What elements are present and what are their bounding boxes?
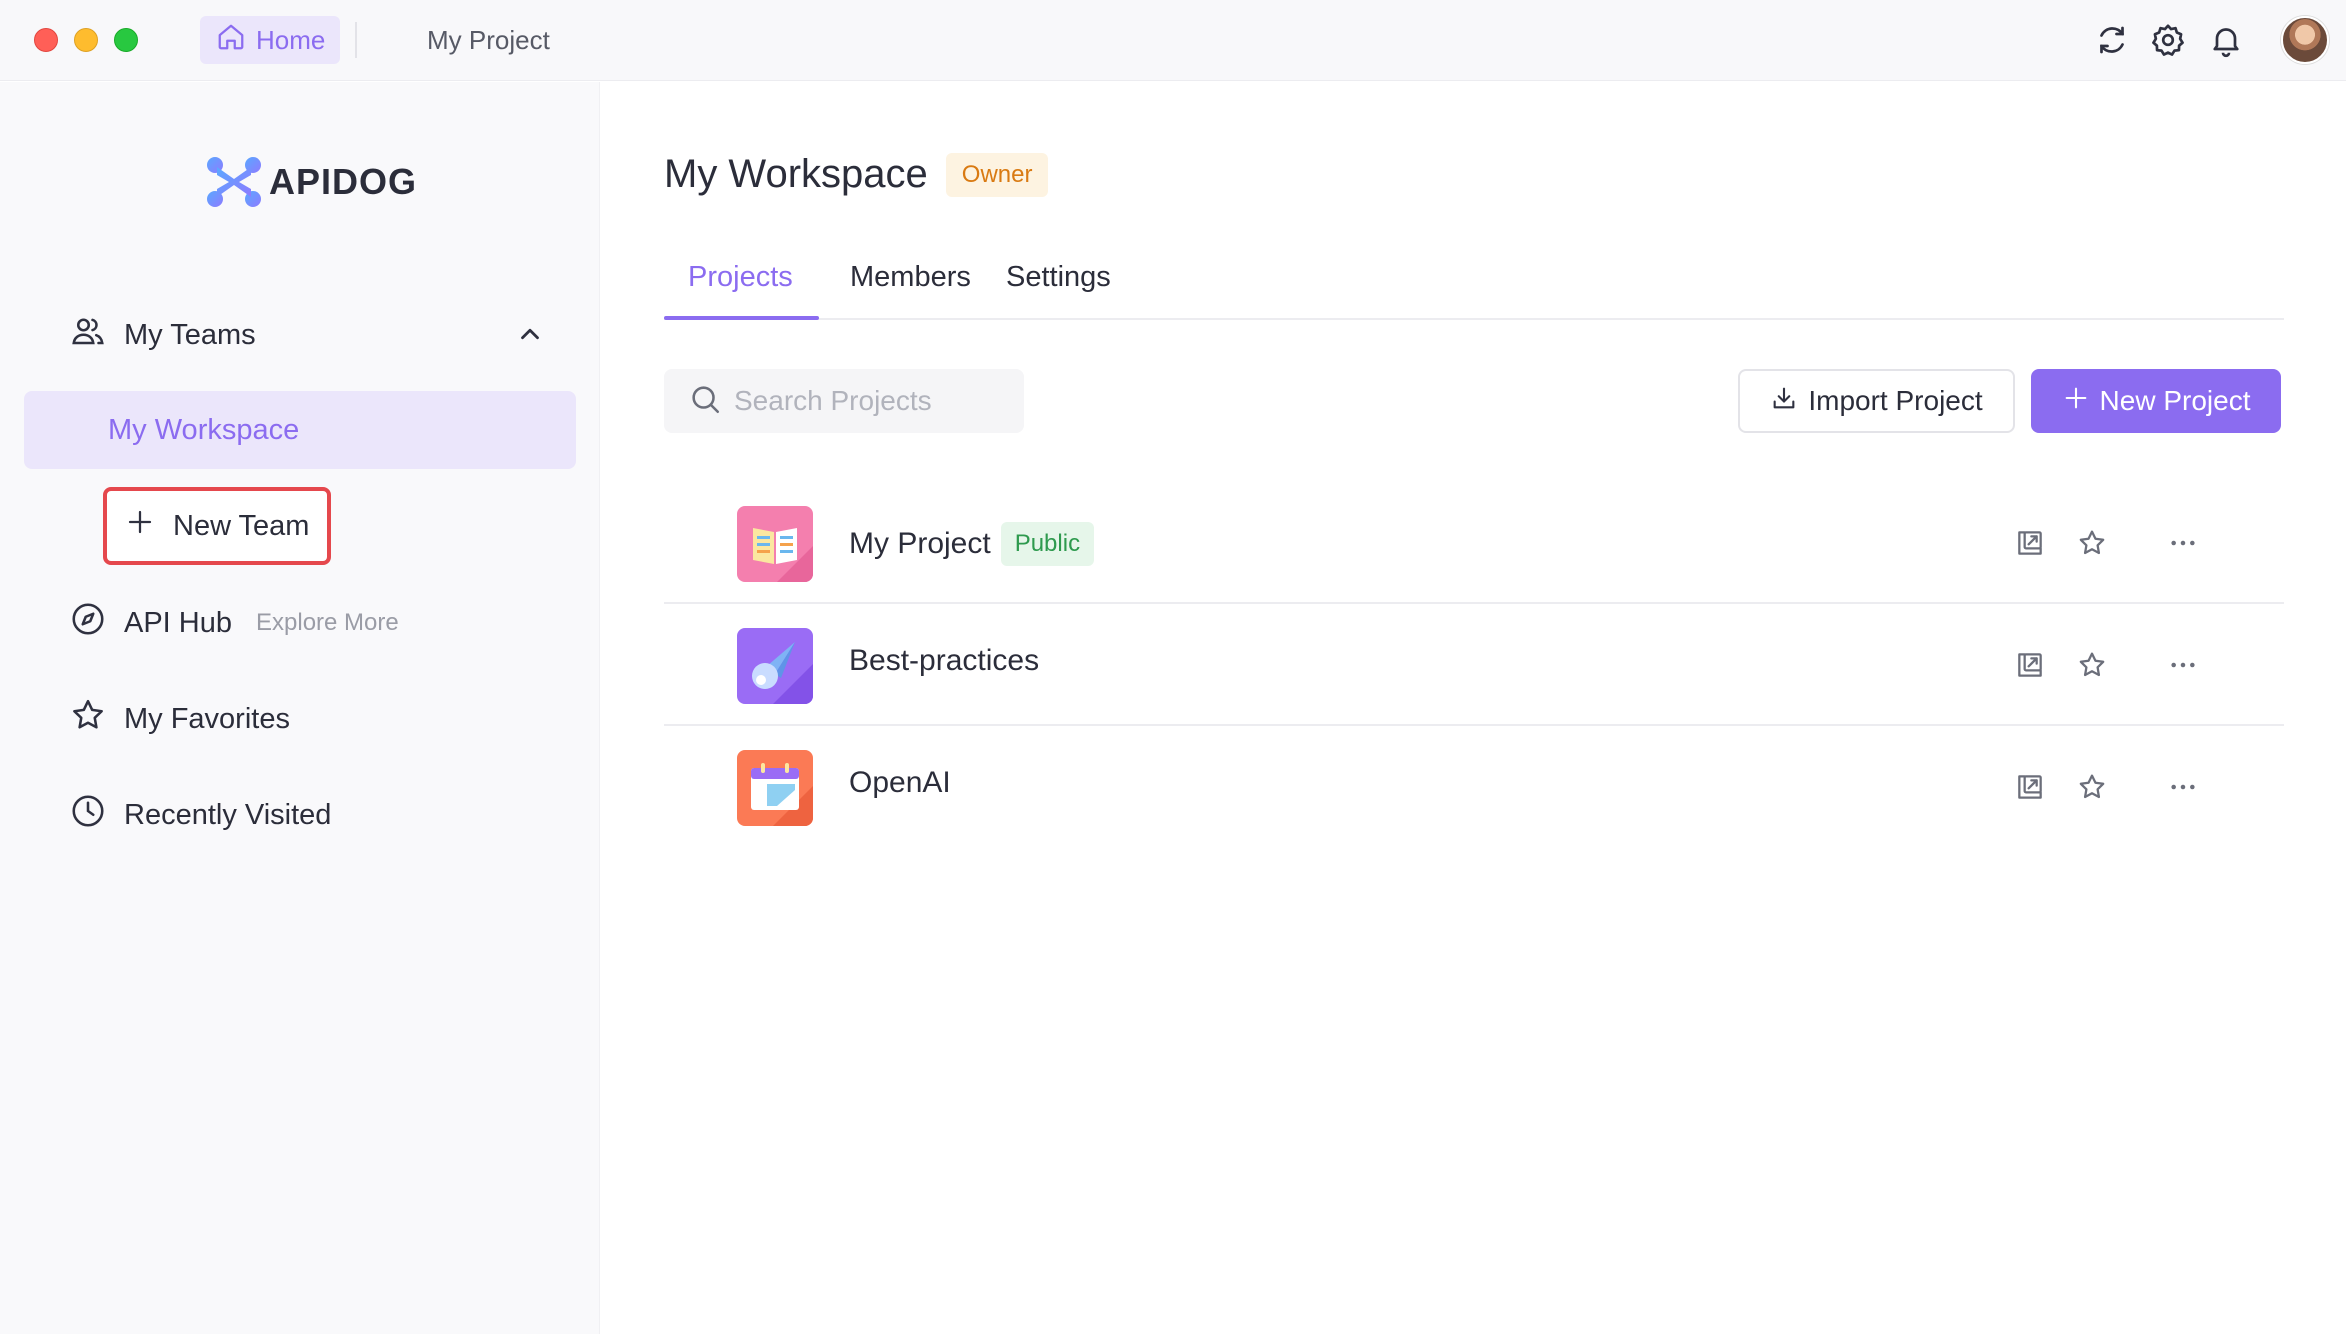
import-project-label: Import Project [1808, 385, 1983, 416]
tab-settings[interactable]: Settings [1006, 254, 1111, 320]
calendar-icon [737, 750, 813, 826]
import-project-button[interactable]: Import Project [1738, 369, 2015, 433]
search-icon [688, 382, 722, 421]
clock-icon [70, 793, 106, 837]
project-row[interactable]: My Project Public [664, 482, 2284, 604]
plus-icon [2062, 384, 2090, 419]
minimize-window-button[interactable] [74, 28, 98, 52]
title-bar: Home My Project [0, 0, 2346, 81]
tab-my-project[interactable]: My Project [427, 22, 550, 58]
new-team-button[interactable]: New Team [103, 487, 331, 565]
page-title: My Workspace Owner [664, 152, 1049, 197]
new-project-label: New Project [2099, 385, 2251, 416]
new-project-button[interactable]: New Project [2031, 369, 2281, 433]
project-row[interactable]: OpenAI [664, 726, 2284, 848]
sidebar-item-my-teams[interactable]: My Teams [70, 309, 256, 361]
workspace-title: My Workspace [664, 152, 928, 196]
tab-projects[interactable]: Projects [688, 254, 793, 320]
workspace-tabs: Projects Members Settings [664, 254, 2284, 320]
close-window-button[interactable] [34, 28, 58, 52]
owner-badge: Owner [945, 152, 1049, 197]
public-badge: Public [1000, 522, 1095, 566]
tab-home[interactable]: Home [200, 16, 340, 64]
sidebar: APIDOG My Teams My Workspace New Team AP… [0, 82, 600, 1334]
book-icon [737, 506, 813, 582]
apidog-logo-icon [207, 157, 261, 207]
open-external-icon[interactable] [2014, 771, 2046, 803]
star-icon[interactable] [2076, 649, 2108, 681]
tab-home-label: Home [256, 24, 326, 55]
download-icon [1770, 384, 1798, 419]
main-content: My Workspace Owner Projects Members Sett… [601, 82, 2346, 1334]
explore-more-link[interactable]: Explore More [256, 609, 399, 637]
new-team-label: New Team [173, 509, 310, 542]
project-name-label: My Project [849, 527, 991, 560]
sidebar-item-label: API Hub [124, 606, 232, 639]
search-box[interactable] [664, 369, 1024, 433]
maximize-window-button[interactable] [114, 28, 138, 52]
app-window: Home My Project APIDOG My Teams My Works… [0, 0, 2346, 1334]
project-name[interactable]: My Project Public [849, 522, 1095, 566]
more-options-icon[interactable] [2167, 649, 2199, 681]
logo-text: APIDOG [269, 161, 418, 202]
star-icon[interactable] [2076, 527, 2108, 559]
star-icon[interactable] [2076, 771, 2108, 803]
gear-icon[interactable] [2150, 22, 2186, 58]
project-row[interactable]: Best-practices [664, 604, 2284, 726]
more-options-icon[interactable] [2167, 771, 2199, 803]
sidebar-item-label: Recently Visited [124, 798, 332, 831]
project-name[interactable]: OpenAI [849, 766, 951, 800]
bell-icon[interactable] [2208, 22, 2244, 58]
tab-divider [355, 22, 357, 58]
sidebar-item-label: My Workspace [108, 413, 300, 446]
star-icon [70, 697, 106, 741]
apidog-logo: APIDOG [205, 155, 417, 209]
project-name-label: Best-practices [849, 644, 1040, 677]
user-avatar[interactable] [2281, 16, 2329, 64]
plus-icon [125, 507, 155, 545]
project-name-label: OpenAI [849, 766, 951, 799]
sidebar-item-api-hub[interactable]: API Hub Explore More [70, 597, 399, 649]
open-external-icon[interactable] [2014, 649, 2046, 681]
home-icon [216, 22, 246, 59]
sidebar-item-my-workspace[interactable]: My Workspace [24, 391, 576, 469]
project-name[interactable]: Best-practices [849, 644, 1039, 678]
sync-icon[interactable] [2094, 22, 2130, 58]
chevron-up-icon[interactable] [515, 319, 545, 349]
search-input[interactable] [734, 385, 1014, 417]
sidebar-item-label: My Favorites [124, 702, 290, 735]
more-options-icon[interactable] [2167, 527, 2199, 559]
sidebar-item-label: My Teams [124, 318, 256, 351]
users-icon [70, 313, 106, 357]
tab-members[interactable]: Members [850, 254, 971, 320]
comet-icon [737, 628, 813, 704]
sidebar-item-recently-visited[interactable]: Recently Visited [70, 789, 331, 841]
compass-icon [70, 601, 106, 645]
active-tab-indicator [664, 316, 819, 320]
sidebar-item-my-favorites[interactable]: My Favorites [70, 693, 290, 745]
open-external-icon[interactable] [2014, 527, 2046, 559]
